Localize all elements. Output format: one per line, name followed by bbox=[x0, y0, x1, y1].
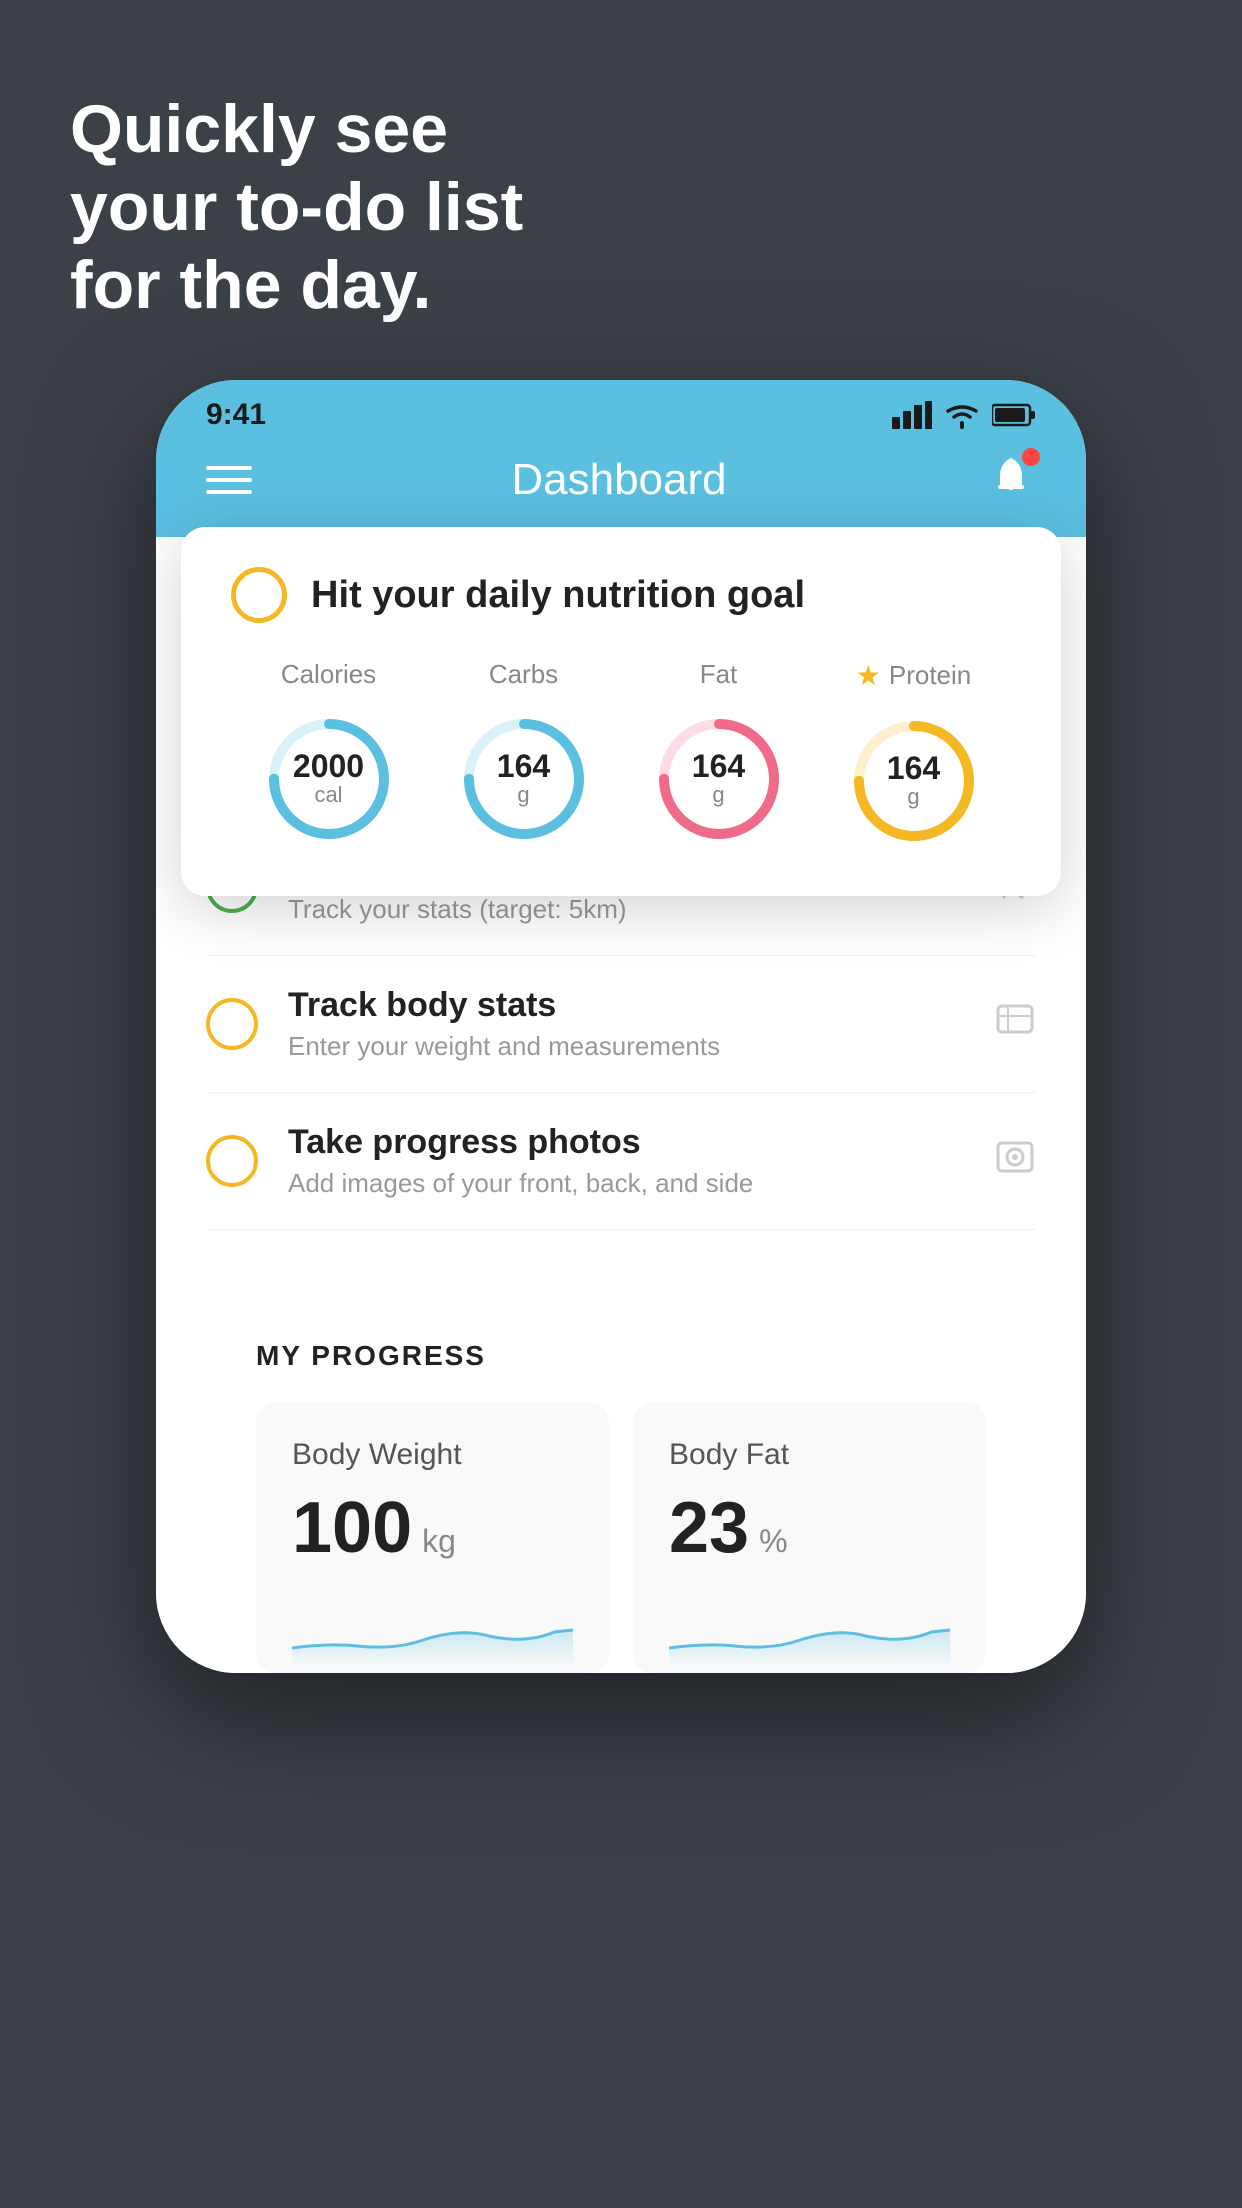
sparkline-chart bbox=[292, 1588, 573, 1668]
donut-chart: 2000 cal bbox=[254, 704, 404, 854]
donut-value: 164 g bbox=[692, 750, 745, 808]
progress-card-body-weight[interactable]: Body Weight 100 kg bbox=[256, 1402, 609, 1673]
donut-value: 164 g bbox=[887, 752, 940, 810]
progress-number: 23 bbox=[669, 1492, 749, 1564]
phone-mockup: 9:41 D bbox=[156, 380, 1086, 1673]
notification-bell[interactable] bbox=[986, 452, 1036, 507]
donut-chart: 164 g bbox=[449, 704, 599, 854]
todo-checkbox[interactable] bbox=[206, 998, 258, 1050]
progress-card-title: Body Weight bbox=[292, 1438, 573, 1472]
hamburger-menu[interactable] bbox=[206, 466, 252, 494]
hero-line2: your to-do list bbox=[70, 168, 523, 246]
donut-chart: 164 g bbox=[644, 704, 794, 854]
todo-text: Take progress photos Add images of your f… bbox=[288, 1123, 964, 1199]
wifi-icon bbox=[944, 401, 980, 429]
donut-chart: 164 g bbox=[839, 706, 989, 856]
todo-item-body-stats[interactable]: Track body stats Enter your weight and me… bbox=[206, 956, 1036, 1093]
progress-number: 100 bbox=[292, 1492, 412, 1564]
nav-bar: Dashboard bbox=[156, 442, 1086, 537]
nutrition-item-protein: ★Protein 164 g bbox=[839, 659, 989, 856]
status-bar: 9:41 bbox=[156, 380, 1086, 442]
progress-card-body-fat[interactable]: Body Fat 23 % bbox=[633, 1402, 986, 1673]
card-title: Hit your daily nutrition goal bbox=[311, 574, 805, 617]
nutrition-item-fat: Fat 164 g bbox=[644, 659, 794, 854]
todo-action-icon bbox=[994, 998, 1036, 1050]
todo-text: Track body stats Enter your weight and me… bbox=[288, 986, 964, 1062]
content-area: THINGS TO DO TODAY Hit your daily nutrit… bbox=[156, 537, 1086, 1673]
progress-unit: kg bbox=[422, 1523, 456, 1560]
todo-checkbox[interactable] bbox=[206, 1135, 258, 1187]
signal-icon bbox=[892, 401, 932, 429]
battery-icon bbox=[992, 403, 1036, 427]
nav-title: Dashboard bbox=[511, 455, 726, 505]
todo-subtitle: Add images of your front, back, and side bbox=[288, 1168, 964, 1199]
progress-value: 23 % bbox=[669, 1492, 950, 1564]
donut-value: 2000 cal bbox=[293, 750, 364, 808]
nutrition-item-carbs: Carbs 164 g bbox=[449, 659, 599, 854]
sparkline-chart bbox=[669, 1588, 950, 1668]
hero-line3: for the day. bbox=[70, 246, 523, 324]
progress-section: MY PROGRESS Body Weight 100 kg Body Fat … bbox=[206, 1290, 1036, 1673]
nutrition-label: Calories bbox=[281, 659, 376, 690]
hero-text: Quickly see your to-do list for the day. bbox=[70, 90, 523, 325]
nutrition-label: Fat bbox=[700, 659, 738, 690]
progress-value: 100 kg bbox=[292, 1492, 573, 1564]
star-icon: ★ bbox=[856, 659, 881, 692]
todo-title: Track body stats bbox=[288, 986, 964, 1025]
todo-subtitle: Track your stats (target: 5km) bbox=[288, 894, 964, 925]
nutrition-grid: Calories 2000 cal Carbs 164 g Fat 164 g … bbox=[231, 659, 1011, 856]
todo-subtitle: Enter your weight and measurements bbox=[288, 1031, 964, 1062]
nutrition-item-calories: Calories 2000 cal bbox=[254, 659, 404, 854]
progress-grid: Body Weight 100 kg Body Fat 23 % bbox=[256, 1402, 986, 1673]
nutrition-label: Carbs bbox=[489, 659, 558, 690]
status-icons bbox=[892, 401, 1036, 429]
donut-value: 164 g bbox=[497, 750, 550, 808]
time: 9:41 bbox=[206, 398, 266, 432]
nutrition-label: ★Protein bbox=[856, 659, 972, 692]
nutrition-card: Hit your daily nutrition goal Calories 2… bbox=[181, 527, 1061, 896]
notification-dot bbox=[1022, 448, 1040, 466]
todo-item-progress-photos[interactable]: Take progress photos Add images of your f… bbox=[206, 1093, 1036, 1230]
todo-title: Take progress photos bbox=[288, 1123, 964, 1162]
card-header: Hit your daily nutrition goal bbox=[231, 567, 1011, 623]
hero-line1: Quickly see bbox=[70, 90, 523, 168]
goal-circle bbox=[231, 567, 287, 623]
progress-label: MY PROGRESS bbox=[256, 1340, 986, 1372]
todo-action-icon bbox=[994, 1135, 1036, 1187]
progress-card-title: Body Fat bbox=[669, 1438, 950, 1472]
progress-unit: % bbox=[759, 1523, 787, 1560]
